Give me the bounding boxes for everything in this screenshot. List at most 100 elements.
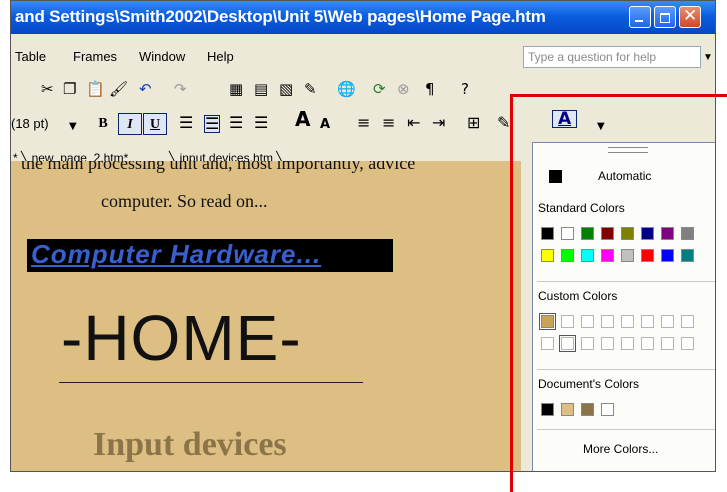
color-swatch[interactable] bbox=[641, 227, 654, 240]
stop-icon[interactable]: ⊗ bbox=[397, 81, 410, 97]
hardware-heading[interactable]: Computer Hardware... bbox=[31, 239, 321, 270]
paragraph-line: the main processing unit and, most impor… bbox=[21, 161, 416, 173]
font-color-dropdown-icon[interactable]: ▼ bbox=[597, 119, 605, 135]
separator bbox=[537, 369, 715, 370]
color-swatch[interactable] bbox=[601, 337, 614, 350]
color-swatch[interactable] bbox=[581, 403, 594, 416]
color-swatch[interactable] bbox=[641, 337, 654, 350]
dropdown-grip[interactable] bbox=[608, 147, 648, 153]
color-swatch[interactable] bbox=[601, 227, 614, 240]
color-swatch[interactable] bbox=[559, 335, 576, 352]
refresh-icon[interactable]: ⟳ bbox=[373, 81, 386, 97]
insert-web-component-icon[interactable]: ▦ bbox=[229, 81, 243, 97]
bullets-icon[interactable]: ≡ bbox=[382, 115, 395, 131]
help-search-input[interactable]: Type a question for help bbox=[523, 46, 701, 68]
color-swatch[interactable] bbox=[661, 315, 674, 328]
minimize-button[interactable] bbox=[629, 6, 651, 28]
align-right-icon[interactable]: ☰ bbox=[229, 115, 243, 131]
paste-icon[interactable]: 📋 bbox=[86, 81, 105, 97]
color-swatch[interactable] bbox=[581, 249, 594, 262]
separator bbox=[537, 281, 715, 282]
bold-button[interactable]: B bbox=[91, 113, 115, 135]
help-dropdown-arrow-icon[interactable]: ▼ bbox=[703, 52, 713, 63]
help-icon[interactable]: ? bbox=[461, 81, 469, 97]
show-all-icon[interactable]: ¶ bbox=[425, 81, 435, 97]
menu-help[interactable]: Help bbox=[207, 49, 234, 64]
color-swatch[interactable] bbox=[601, 249, 614, 262]
highlight-icon[interactable]: ✎ bbox=[497, 115, 510, 131]
title-bar[interactable]: and Settings\Smith2002\Desktop\Unit 5\We… bbox=[11, 1, 715, 34]
decrease-font-icon[interactable]: A bbox=[320, 117, 330, 133]
center-icon[interactable]: ☰ bbox=[204, 115, 221, 133]
minimize-icon bbox=[635, 20, 643, 22]
font-color-dropdown: Automatic Standard Colors Custom Colors … bbox=[532, 142, 715, 471]
color-swatch[interactable] bbox=[581, 227, 594, 240]
color-swatch[interactable] bbox=[661, 227, 674, 240]
separator bbox=[537, 429, 715, 430]
color-swatch[interactable] bbox=[541, 403, 554, 416]
menu-table[interactable]: Table bbox=[15, 49, 46, 64]
paragraph-line: computer. So read on... bbox=[101, 191, 268, 211]
font-size-dropdown-icon[interactable]: ▼ bbox=[69, 119, 77, 135]
color-swatch[interactable] bbox=[661, 337, 674, 350]
align-left-icon[interactable]: ☰ bbox=[179, 115, 193, 131]
justify-icon[interactable]: ☰ bbox=[254, 115, 268, 131]
color-swatch[interactable] bbox=[581, 337, 594, 350]
color-swatch[interactable] bbox=[581, 315, 594, 328]
borders-icon[interactable]: ⊞ bbox=[467, 115, 480, 131]
numbering-icon[interactable]: ≡ bbox=[357, 115, 370, 131]
increase-indent-icon[interactable]: ⇥ bbox=[432, 115, 445, 131]
color-swatch[interactable] bbox=[681, 337, 694, 350]
redo-icon[interactable]: ↷ bbox=[174, 81, 187, 97]
hardware-link-box[interactable]: Computer Hardware... bbox=[27, 239, 393, 272]
restore-icon bbox=[660, 13, 670, 23]
increase-font-icon[interactable]: A bbox=[295, 109, 310, 129]
insert-table-icon[interactable]: ▤ bbox=[254, 81, 268, 97]
font-color-icon[interactable]: A bbox=[552, 110, 578, 128]
color-swatch[interactable] bbox=[681, 249, 694, 262]
color-swatch[interactable] bbox=[641, 315, 654, 328]
menu-frames[interactable]: Frames bbox=[73, 49, 117, 64]
color-swatch[interactable] bbox=[541, 249, 554, 262]
color-swatch[interactable] bbox=[621, 227, 634, 240]
color-swatch[interactable] bbox=[561, 227, 574, 240]
color-swatch[interactable] bbox=[541, 227, 554, 240]
color-swatch[interactable] bbox=[539, 313, 556, 330]
color-swatch[interactable] bbox=[561, 249, 574, 262]
standard-toolbar: ✂ ❐ 📋 🖌 ↶ ↷ ▦ ▤ ▧ ✎ 🌐 ⟳ ⊗ ¶ ? bbox=[11, 72, 715, 106]
color-swatch[interactable] bbox=[601, 315, 614, 328]
color-swatch[interactable] bbox=[621, 249, 634, 262]
color-swatch[interactable] bbox=[561, 403, 574, 416]
color-swatch[interactable] bbox=[681, 315, 694, 328]
copy-icon[interactable]: ❐ bbox=[63, 81, 76, 97]
color-swatch[interactable] bbox=[661, 249, 674, 262]
cut-icon[interactable]: ✂ bbox=[41, 81, 54, 97]
home-heading: -HOME- bbox=[61, 302, 302, 374]
drawing-icon[interactable]: ✎ bbox=[304, 81, 317, 97]
color-swatch[interactable] bbox=[601, 403, 614, 416]
color-swatch[interactable] bbox=[681, 227, 694, 240]
more-colors-button[interactable]: More Colors... bbox=[583, 442, 658, 456]
standard-colors-label: Standard Colors bbox=[538, 201, 625, 215]
document-area[interactable]: the main processing unit and, most impor… bbox=[11, 161, 521, 471]
automatic-swatch bbox=[549, 170, 562, 183]
automatic-label: Automatic bbox=[598, 169, 652, 183]
underline-button[interactable]: U bbox=[143, 113, 167, 135]
annotation-red-line bbox=[510, 94, 513, 492]
italic-button[interactable]: I bbox=[118, 113, 142, 135]
close-button[interactable]: ✕ bbox=[679, 6, 701, 28]
color-swatch[interactable] bbox=[561, 315, 574, 328]
color-swatch[interactable] bbox=[621, 315, 634, 328]
color-swatch[interactable] bbox=[541, 337, 554, 350]
color-swatch[interactable] bbox=[641, 249, 654, 262]
color-swatch[interactable] bbox=[621, 337, 634, 350]
decrease-indent-icon[interactable]: ⇤ bbox=[407, 115, 420, 131]
hyperlink-icon[interactable]: 🌐 bbox=[337, 81, 356, 97]
font-size-select[interactable]: (18 pt) bbox=[11, 116, 49, 131]
documents-colors-label: Document's Colors bbox=[538, 377, 639, 391]
insert-picture-icon[interactable]: ▧ bbox=[279, 81, 293, 97]
undo-icon[interactable]: ↶ bbox=[139, 81, 152, 97]
restore-button[interactable] bbox=[654, 6, 676, 28]
menu-window[interactable]: Window bbox=[139, 49, 185, 64]
format-painter-icon[interactable]: 🖌 bbox=[109, 81, 128, 97]
